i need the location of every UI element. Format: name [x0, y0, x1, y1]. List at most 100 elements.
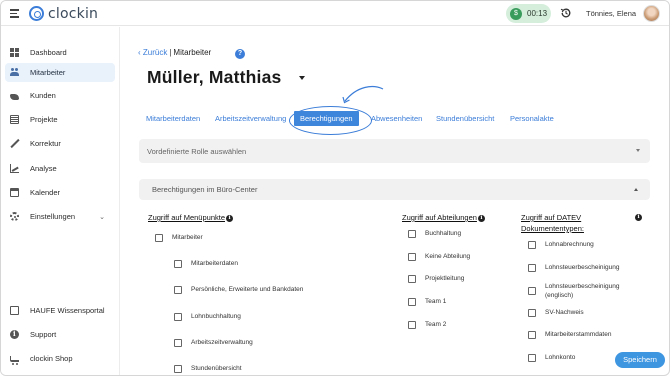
tab-berechtigungen[interactable]: Berechtigungen — [294, 111, 359, 126]
checkbox[interactable] — [408, 298, 416, 306]
info-icon[interactable]: i — [477, 215, 485, 222]
checkbox[interactable] — [174, 339, 182, 347]
checkbox[interactable] — [408, 230, 416, 238]
checkbox-row[interactable]: Mitarbeiter — [155, 234, 203, 243]
page-title: Müller, Matthias — [147, 67, 282, 87]
checkbox-row[interactable]: Keine Abteilung — [408, 253, 470, 262]
book-icon — [10, 306, 19, 315]
stopwatch-icon: $ — [510, 7, 522, 20]
checkbox-row[interactable]: SV-Nachweis — [528, 309, 584, 318]
history-icon[interactable] — [560, 7, 572, 19]
department-access-heading-text: Zugriff auf Abteilungen — [402, 213, 477, 222]
sidebar-item-label: Kalender — [30, 188, 61, 197]
checkbox-row[interactable]: Persönliche, Erweiterte und Bankdaten — [174, 286, 303, 295]
checkbox-label: Lohnabrechnung — [545, 241, 594, 248]
checkbox-label: Keine Abteilung — [425, 253, 471, 260]
checkbox-label: Persönliche, Erweiterte und Bankdaten — [191, 286, 304, 293]
save-button[interactable]: Speichern — [615, 352, 665, 368]
tab-abwesenheiten[interactable]: Abwesenheiten — [371, 114, 422, 123]
checkbox-row[interactable]: Mitarbeiterdaten — [174, 260, 238, 269]
tab-personalakte[interactable]: Personalakte — [510, 114, 554, 123]
checkbox-row[interactable]: Team 1 — [408, 298, 446, 307]
info-icon[interactable]: i — [635, 214, 642, 221]
calendar-icon — [10, 188, 19, 197]
avatar[interactable] — [643, 5, 660, 22]
employees-icon — [10, 68, 19, 77]
breadcrumb: ‹ Zurück | Mitarbeiter — [138, 48, 211, 57]
sidebar-item-label: Kunden — [30, 91, 56, 100]
sidebar-item-label: Support — [30, 330, 57, 339]
sidebar-item-label: clockin Shop — [30, 354, 73, 363]
logo-text: clockin — [48, 5, 99, 22]
checkbox[interactable] — [528, 309, 536, 317]
checkbox-row[interactable]: Lohnkonto — [528, 354, 575, 363]
checkbox[interactable] — [408, 321, 416, 329]
back-link-label: Zurück — [142, 48, 168, 57]
checkbox-row[interactable]: Lohnbuchhaltung — [174, 313, 241, 322]
checkbox[interactable] — [528, 331, 536, 339]
checkbox-row[interactable]: Lohnsteuerbescheinigung (englisch) — [528, 283, 640, 300]
checkbox-label: Lohnsteuerbescheinigung — [545, 264, 620, 271]
checkbox[interactable] — [528, 287, 536, 295]
caret-down-icon — [636, 149, 640, 152]
sidebar-item-haufe[interactable]: HAUFE Wissensportal — [5, 301, 115, 320]
checkbox-row[interactable]: Buchhaltung — [408, 230, 461, 239]
sidebar-item-label: Analyse — [30, 164, 57, 173]
checkbox-label: SV-Nachweis — [545, 309, 584, 316]
sidebar-item-label: Einstellungen — [30, 212, 76, 221]
tab-mitarbeiterdaten[interactable]: Mitarbeiterdaten — [146, 114, 200, 123]
info-icon[interactable]: i — [226, 215, 233, 222]
sidebar-item-analyse[interactable]: Analyse — [5, 159, 115, 178]
checkbox[interactable] — [174, 365, 182, 373]
sidebar-item-support[interactable]: Support — [5, 325, 115, 344]
checkbox[interactable] — [174, 286, 182, 294]
checkbox-label: Arbeitszeitverwaltung — [191, 339, 253, 346]
checkbox[interactable] — [408, 275, 416, 283]
timer-badge[interactable]: $ 00:13 — [506, 4, 551, 23]
employee-switch-caret-icon[interactable] — [299, 76, 305, 80]
chevron-down-icon: ⌄ — [99, 214, 105, 221]
dashboard-icon — [10, 48, 19, 57]
checkbox-label: Lohnkonto — [545, 354, 576, 361]
checkbox[interactable] — [528, 241, 536, 249]
sidebar-item-label: Mitarbeiter — [30, 68, 66, 77]
checkbox-row[interactable]: Arbeitszeitverwaltung — [174, 339, 253, 348]
chart-icon — [10, 164, 19, 173]
logo[interactable]: clockin — [29, 5, 98, 22]
sidebar-item-kunden[interactable]: Kunden — [5, 86, 115, 105]
checkbox[interactable] — [155, 234, 163, 242]
checkbox-row[interactable]: Stundenübersicht — [174, 365, 242, 374]
checkbox[interactable] — [174, 260, 182, 268]
checkbox-label: Team 1 — [425, 298, 447, 305]
breadcrumb-separator: | — [169, 48, 172, 57]
back-link[interactable]: ‹ Zurück — [138, 48, 167, 57]
tab-stundenuebersicht[interactable]: Stundenübersicht — [436, 114, 494, 123]
help-icon[interactable]: ? — [235, 49, 245, 59]
sidebar-item-korrektur[interactable]: Korrektur — [5, 134, 115, 153]
sidebar-item-einstellungen[interactable]: Einstellungen ⌄ — [5, 207, 115, 226]
checkbox[interactable] — [174, 313, 182, 321]
checkbox-row[interactable]: Lohnabrechnung — [528, 241, 594, 250]
menu-collapse-icon[interactable] — [10, 9, 20, 18]
checkbox-label: Stundenübersicht — [191, 365, 242, 372]
checkbox-label: Projektleitung — [425, 275, 465, 282]
sidebar-item-projekte[interactable]: Projekte — [5, 110, 115, 129]
checkbox[interactable] — [408, 253, 416, 261]
permissions-accordion-header[interactable]: Berechtigungen im Büro-Center — [139, 179, 650, 200]
sidebar-item-dashboard[interactable]: Dashboard — [5, 43, 115, 62]
checkbox-row[interactable]: Lohnsteuerbescheinigung — [528, 264, 619, 273]
checkbox[interactable] — [528, 264, 536, 272]
checkbox-label: Lohnsteuerbescheinigung (englisch) — [545, 283, 620, 299]
info-icon — [10, 329, 19, 339]
user-name[interactable]: Tönnies, Elena — [586, 9, 636, 18]
role-select[interactable]: Vordefinierte Rolle auswählen — [139, 139, 650, 163]
checkbox-row[interactable]: Team 2 — [408, 321, 446, 330]
tab-arbeitszeitverwaltung[interactable]: Arbeitszeitverwaltung — [215, 114, 286, 123]
sidebar-item-kalender[interactable]: Kalender — [5, 183, 115, 202]
checkbox-label: Mitarbeiterdaten — [191, 260, 238, 267]
checkbox-row[interactable]: Mitarbeiterstammdaten — [528, 331, 611, 340]
checkbox-row[interactable]: Projektleitung — [408, 275, 464, 284]
sidebar-item-mitarbeiter[interactable]: Mitarbeiter — [5, 63, 115, 82]
checkbox[interactable] — [528, 354, 536, 362]
sidebar-item-shop[interactable]: clockin Shop — [5, 349, 115, 368]
